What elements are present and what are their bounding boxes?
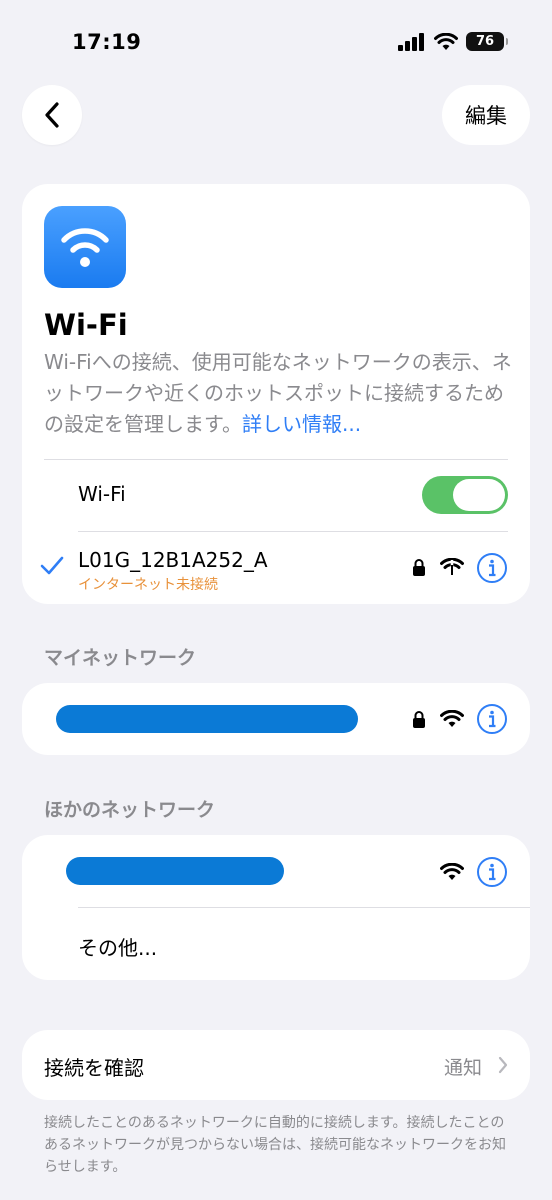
ask-to-join-value: 通知 <box>443 1057 482 1079</box>
battery-indicator: 76 <box>466 32 508 51</box>
status-bar: 17:19 76 <box>0 0 552 90</box>
wifi-signal-icon <box>440 710 464 727</box>
current-network-name[interactable]: L01G_12B1A252_A <box>78 548 268 572</box>
divider <box>78 907 530 908</box>
wifi-app-icon <box>44 206 126 288</box>
page-title: Wi-Fi <box>44 308 128 342</box>
toggle-knob <box>453 479 505 511</box>
learn-more-link[interactable]: 詳しい情報... <box>242 412 361 436</box>
divider <box>78 531 508 532</box>
status-icons: 76 <box>398 32 508 51</box>
lock-icon <box>413 559 425 576</box>
ask-to-join-label: 接続を確認 <box>44 1056 144 1080</box>
checkmark-icon <box>40 556 64 575</box>
lock-icon <box>413 711 425 728</box>
footer-note: 接続したことのあるネットワークに自動的に接続します。接続したことのあるネットワー… <box>44 1115 506 1175</box>
info-icon[interactable] <box>476 703 508 735</box>
wifi-card: Wi-Fi Wi-Fiへの接続、使用可能なネットワークの表示、ネットワークや近く… <box>22 184 530 604</box>
current-network-status: インターネット未接続 <box>78 577 218 593</box>
my-networks-header: マイネットワーク <box>44 647 197 669</box>
chevron-left-icon <box>45 102 59 128</box>
chevron-right-icon <box>498 1056 508 1074</box>
redacted-network-name[interactable] <box>66 857 284 885</box>
redacted-network-name[interactable] <box>56 705 358 733</box>
other-networks-card: その他... <box>22 835 530 980</box>
info-icon[interactable] <box>476 552 508 584</box>
info-icon[interactable] <box>476 856 508 888</box>
other-networks-header: ほかのネットワーク <box>44 799 216 821</box>
wifi-signal-icon <box>440 863 464 880</box>
wifi-status-icon <box>434 32 458 50</box>
other-network-button[interactable]: その他... <box>78 932 157 961</box>
wifi-description: Wi-Fiへの接続、使用可能なネットワークの表示、ネットワークや近くのホットスポ… <box>44 347 514 440</box>
battery-level: 76 <box>475 34 495 49</box>
back-button[interactable] <box>22 85 82 145</box>
status-time: 17:19 <box>72 30 142 54</box>
wifi-toggle-label: Wi-Fi <box>78 482 126 506</box>
wifi-no-internet-icon <box>440 558 464 575</box>
wifi-toggle[interactable] <box>422 476 508 514</box>
edit-button[interactable]: 編集 <box>442 85 530 145</box>
ask-to-join-row[interactable]: 接続を確認 通知 <box>22 1030 530 1100</box>
my-networks-card <box>22 683 530 755</box>
cellular-signal-icon <box>398 32 424 51</box>
divider <box>44 459 508 460</box>
